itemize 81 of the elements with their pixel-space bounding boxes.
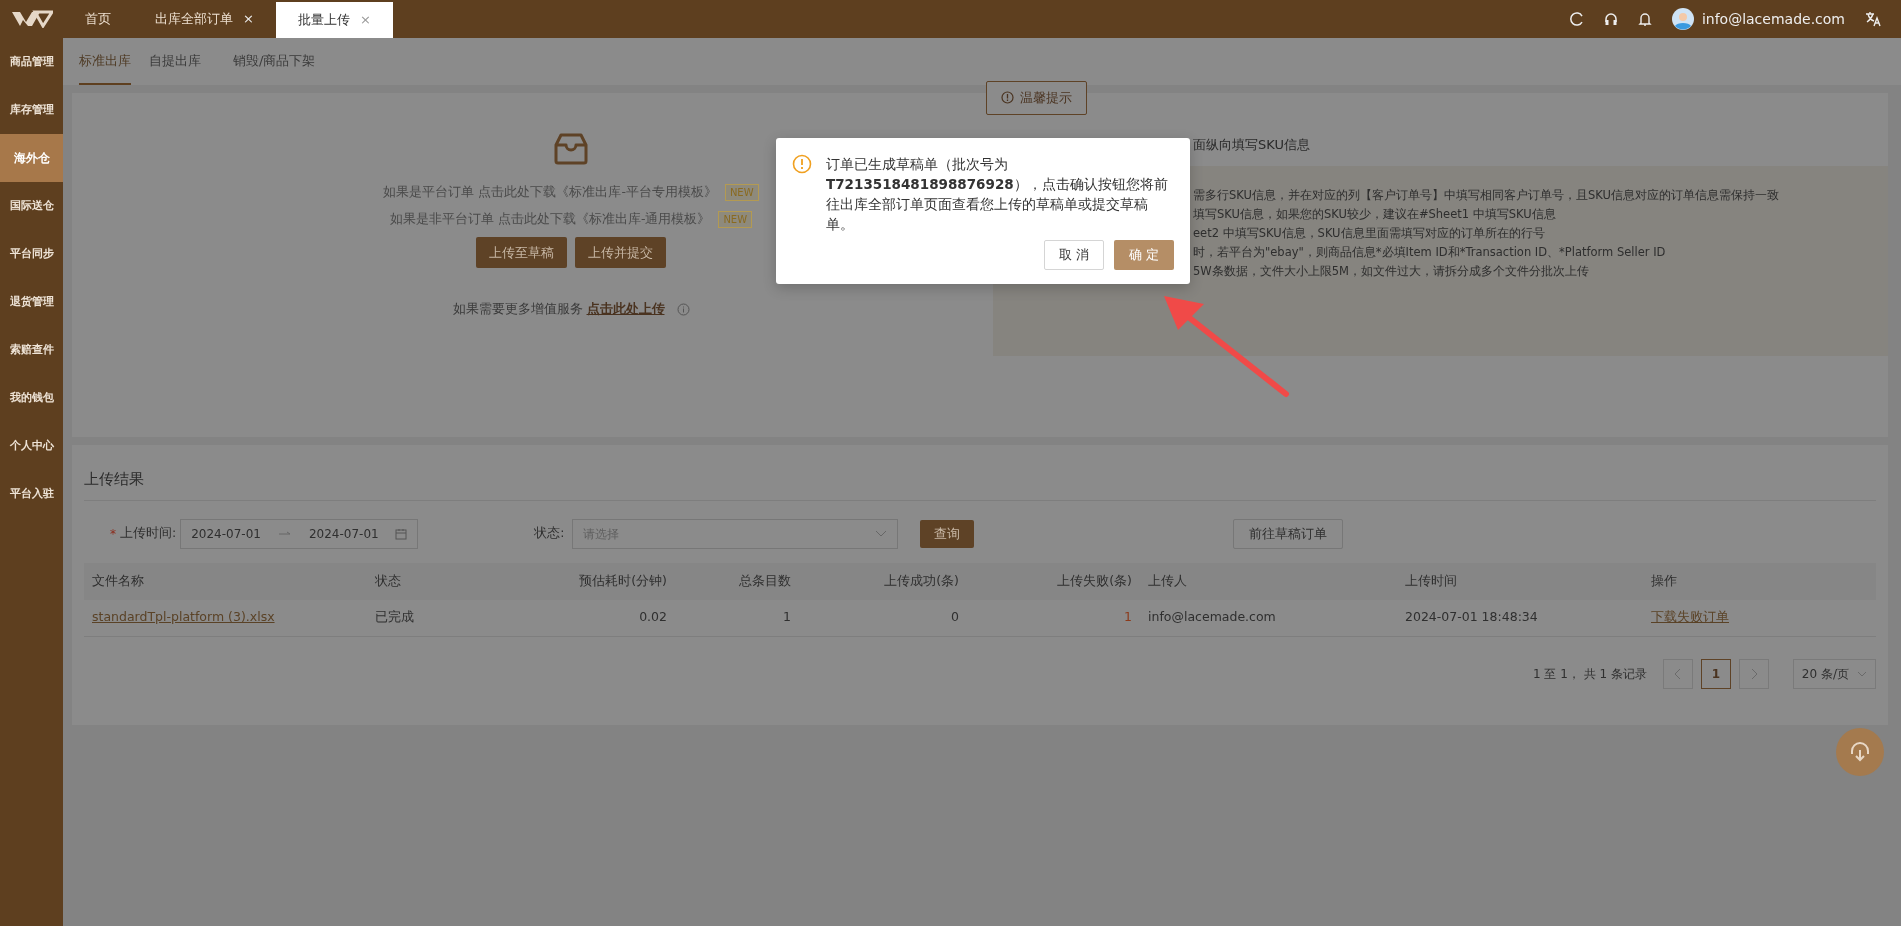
upload-button[interactable]: 上传并提交 [575, 236, 666, 268]
bell-icon[interactable] [1637, 11, 1652, 27]
table-cell: 0 [951, 609, 959, 625]
chevron-left-icon [1673, 668, 1682, 680]
translate-icon[interactable] [1865, 11, 1881, 27]
column-header: 上传成功(条) [799, 562, 967, 600]
sidebar-item[interactable]: 库存管理 [0, 86, 63, 134]
table-cell: 0.02 [639, 609, 667, 625]
column-header: 总条目数 [675, 562, 799, 600]
section-title: 上传结果 [84, 445, 1876, 501]
page-button[interactable]: 1 [1700, 659, 1731, 689]
tips-title: 面纵向填写SKU信息 [1193, 135, 1311, 154]
tips-button[interactable]: 温馨提示 [986, 81, 1087, 115]
new-tag: NEW [718, 210, 753, 228]
tip-text: 填写SKU信息，如果您的SKU较少，建议在#Sheet1 中填写SKU信息 [1193, 206, 1557, 223]
tip-text: eet2 中填写SKU信息，SKU信息里面需填写对应的订单所在的行号 [1193, 225, 1546, 242]
column-header: 上传人 [1140, 562, 1397, 600]
table-cell: info@lacemade.com [1148, 609, 1276, 625]
table-cell: 2024-07-01 18:48:34 [1405, 609, 1538, 625]
calendar-icon [395, 527, 408, 540]
sidebar-item[interactable]: 平台同步 [0, 230, 63, 278]
close-icon[interactable]: × [359, 10, 371, 30]
query-button[interactable]: 查询 [920, 519, 975, 548]
download-template-link[interactable]: 如果是平台订单 点击此处下载《标准出库-平台专用模板》 [383, 183, 717, 202]
column-header: 操作 [1643, 562, 1876, 600]
chevron-down-icon [875, 529, 888, 538]
close-icon[interactable]: × [243, 9, 254, 29]
sidebar-item[interactable]: 我的钱包 [0, 374, 63, 422]
date-label: 上传时间: [120, 524, 177, 543]
column-header: 状态 [367, 562, 524, 600]
column-header: 文件名称 [84, 562, 367, 600]
support-button[interactable] [1836, 728, 1884, 776]
logo-icon [10, 10, 53, 28]
date-range-field[interactable]: 2024-07-01 2024-07-01 [180, 518, 419, 549]
status-label: 状态: [534, 524, 565, 543]
table-cell: 已完成 [375, 609, 414, 625]
refresh-icon[interactable] [1569, 12, 1584, 26]
chevron-right-icon [1749, 668, 1758, 680]
download-template-link[interactable]: 如果是非平台订单 点击此处下载《标准出库-通用模板》 [389, 209, 711, 229]
new-tag: NEW [724, 183, 759, 201]
tab[interactable]: 自提出库 [149, 38, 215, 85]
arrow-icon [278, 530, 291, 537]
user-email[interactable]: info@lacemade.com [1701, 8, 1845, 30]
inbox-icon [553, 131, 589, 167]
alert-icon [1001, 91, 1014, 105]
tip-text: 需多行SKU信息，并在对应的列【客户订单号】中填写相同客户订单号，且SKU信息对应的订单信息需保持一致 [1193, 187, 1780, 204]
pagination-summary: 1 至 1， 共 1 条记录 [1532, 666, 1647, 683]
page-size-select[interactable]: 20 条/页 [1792, 659, 1876, 689]
nav-tab[interactable]: 批量上传 × [275, 2, 393, 38]
sidebar-item[interactable]: 海外仓 [0, 134, 63, 182]
sidebar-item[interactable]: 国际送仓 [0, 182, 63, 230]
column-header: 预估耗时(分钟) [524, 562, 675, 600]
sidebar-item[interactable]: 平台入驻 [0, 470, 63, 518]
tip-text: 时，若平台为"ebay"，则商品信息*必填Item ID和*Transaction ID、*Platform Seller ID [1193, 244, 1667, 261]
table-cell: 1 [783, 609, 791, 625]
required-mark: * [110, 525, 116, 543]
avatar-icon[interactable] [1671, 8, 1694, 30]
upload-button[interactable]: 上传至草稿 [476, 236, 567, 268]
warning-icon [792, 154, 812, 174]
sidebar-item[interactable]: 退货管理 [0, 278, 63, 326]
column-header: 上传失败(条) [967, 562, 1140, 600]
drafts-button[interactable]: 前往草稿订单 [1233, 518, 1344, 549]
cancel-button[interactable]: 取 消 [1043, 240, 1104, 270]
info-icon [676, 302, 690, 316]
column-header: 上传时间 [1397, 562, 1643, 600]
dialog-message: 订单已生成草稿单（批次号为 T7213518481898876928），点击确认按钮您将前往出库全部订单页面查看您上传的草稿单或提交草稿单。 [826, 155, 1169, 234]
table-link[interactable]: standardTpl-platform (3).xlsx [92, 609, 275, 625]
service-text: 如果需要更多增值服务 [452, 300, 583, 318]
upload-link[interactable]: 点击此处上传 [586, 300, 665, 319]
sidebar-item[interactable]: 商品管理 [0, 38, 63, 86]
nav-tab[interactable]: 首页 [63, 0, 133, 38]
table-link[interactable]: 下载失败订单 [1651, 609, 1729, 625]
tab[interactable]: 标准出库 [79, 38, 131, 85]
confirm-button[interactable]: 确 定 [1113, 240, 1174, 270]
table-cell: 1 [1124, 609, 1132, 625]
nav-tab[interactable]: 出库全部订单 × [133, 0, 276, 38]
tip-text: 5W条数据，文件大小上限5M，如文件过大，请拆分成多个文件分批次上传 [1193, 263, 1590, 280]
sidebar-item[interactable]: 个人中心 [0, 422, 63, 470]
sidebar-item[interactable]: 索赔查件 [0, 326, 63, 374]
tab[interactable]: 销毁/商品下架 [233, 38, 330, 85]
chevron-down-icon [1857, 671, 1867, 677]
